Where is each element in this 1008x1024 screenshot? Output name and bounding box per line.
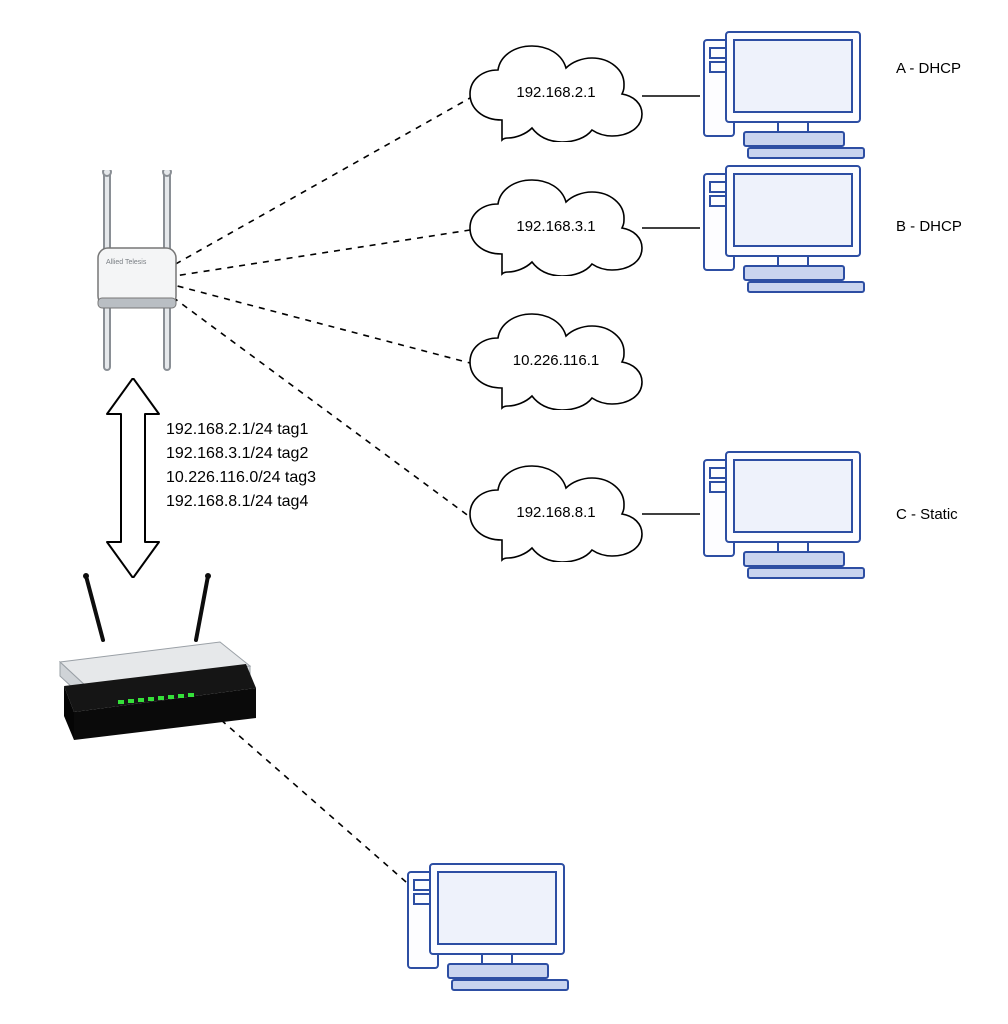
vlan-entry: 10.226.116.0/24 tag3	[166, 466, 316, 490]
host-label-c: C - Static	[896, 506, 958, 523]
cloud-net-4: 192.168.8.1	[466, 462, 646, 552]
cloud-ip: 10.226.116.1	[466, 352, 646, 369]
cloud-ip: 192.168.2.1	[466, 84, 646, 101]
cloud-net-1: 192.168.2.1	[466, 42, 646, 132]
cloud-net-3: 10.226.116.1	[466, 310, 646, 400]
vlan-list: 192.168.2.1/24 tag1 192.168.3.1/24 tag2 …	[166, 418, 316, 514]
svg-text:Allied Telesis: Allied Telesis	[106, 259, 147, 266]
host-label-a: A - DHCP	[896, 60, 961, 77]
trunk-arrow-icon	[105, 378, 161, 578]
diagram-canvas: Allied Telesis 192.168.2.1/24 tag1 192.1…	[0, 0, 1008, 1024]
access-point-icon: Allied Telesis	[86, 170, 206, 394]
computer-b-icon	[696, 158, 876, 302]
computer-lan-icon	[400, 856, 580, 1000]
cloud-net-2: 192.168.3.1	[466, 176, 646, 266]
vlan-entry: 192.168.3.1/24 tag2	[166, 442, 316, 466]
computer-a-icon	[696, 24, 876, 168]
host-label-b: B - DHCP	[896, 218, 962, 235]
vlan-entry: 192.168.8.1/24 tag4	[166, 490, 316, 514]
cloud-ip: 192.168.3.1	[466, 218, 646, 235]
router-icon	[48, 570, 258, 744]
computer-c-icon	[696, 444, 876, 588]
cloud-ip: 192.168.8.1	[466, 504, 646, 521]
vlan-entry: 192.168.2.1/24 tag1	[166, 418, 316, 442]
